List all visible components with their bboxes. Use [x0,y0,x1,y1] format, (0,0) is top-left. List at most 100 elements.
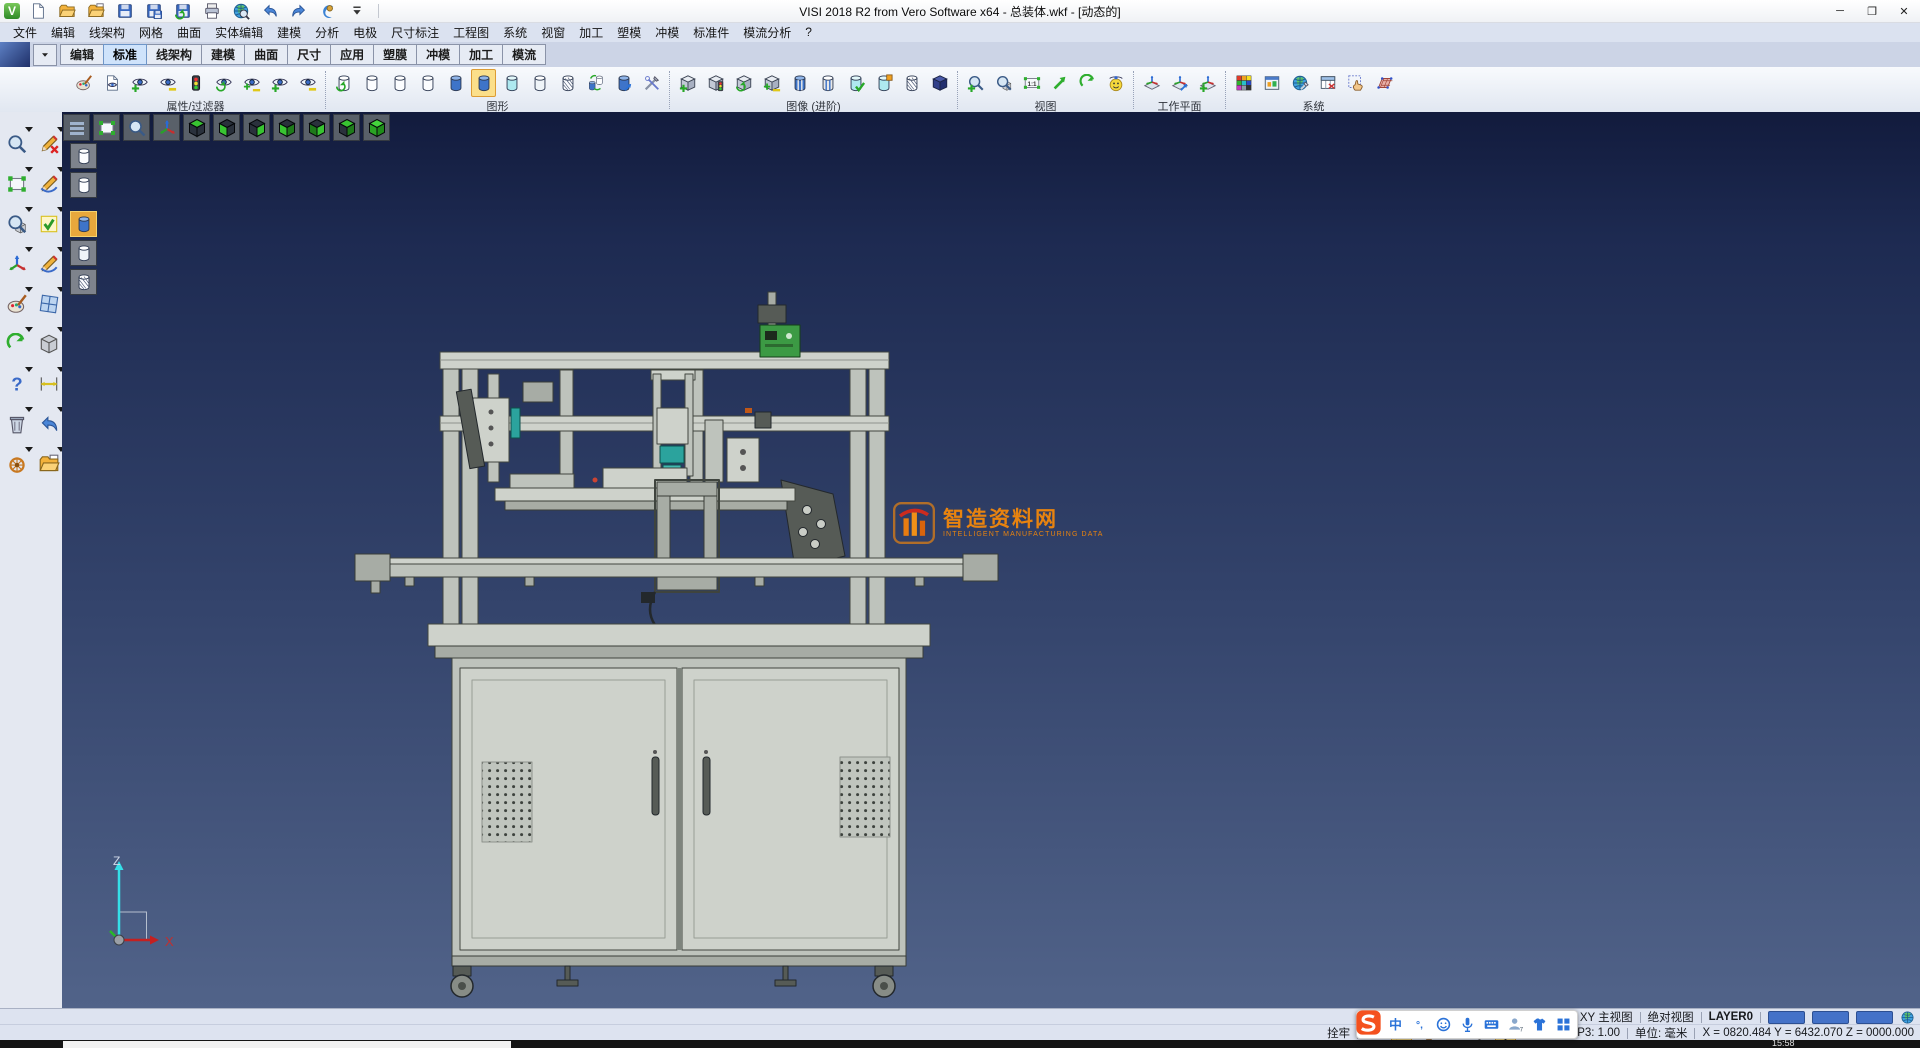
ime-language-icon[interactable] [1385,1012,1407,1037]
view-left-icon[interactable] [273,114,300,141]
zoom-solid-icon[interactable] [3,210,31,238]
shading-icon[interactable] [35,330,63,358]
section-display-icon[interactable] [787,69,812,97]
zoom-in-icon[interactable] [963,69,988,97]
save-all-icon[interactable] [172,1,194,22]
hatch-display-icon[interactable] [555,69,580,97]
edit-display-icon[interactable] [611,69,636,97]
menu-item[interactable]: 分析 [308,22,346,43]
ime-toolbox-icon[interactable] [1552,1012,1574,1037]
menu-item[interactable]: 模流分析 [736,22,798,43]
selection-mode-icon[interactable] [1343,69,1368,97]
menu-item[interactable]: 工程图 [446,22,496,43]
menu-item[interactable]: 尺寸标注 [384,22,446,43]
hide-entities-icon[interactable] [155,69,180,97]
tab-standard[interactable]: 标准 [103,44,147,65]
table-config-icon[interactable] [1315,69,1340,97]
menu-item[interactable]: 实体编辑 [208,22,270,43]
regenerate-icon[interactable] [3,330,31,358]
refresh-render-icon[interactable] [731,69,756,97]
hide-all-icon[interactable] [295,69,320,97]
ime-keyboard-icon[interactable] [1481,1012,1503,1037]
view-top-icon[interactable] [183,114,210,141]
menu-item[interactable]: 标准件 [686,22,736,43]
menu-item[interactable]: 视窗 [534,22,572,43]
regen-display-icon[interactable] [331,69,356,97]
measure-icon[interactable] [35,370,63,398]
view-front-icon[interactable] [303,114,330,141]
workplane-move-icon[interactable] [1167,69,1192,97]
system-options-icon[interactable] [1287,69,1312,97]
menu-item[interactable]: 曲面 [170,22,208,43]
hidden-line-mode-icon[interactable] [70,172,97,198]
tab-flow[interactable]: 模流 [502,44,546,65]
delete-entity-icon[interactable] [35,130,63,158]
validate-display-icon[interactable] [843,69,868,97]
tab-machining[interactable]: 加工 [459,44,503,65]
stripe-display-icon[interactable] [815,69,840,97]
toggle-render-icon[interactable] [759,69,784,97]
taskbar-sliver[interactable]: 15:58 [0,1040,1920,1048]
view-menu-icon[interactable] [63,114,90,141]
ime-punctuation-icon[interactable] [1409,1012,1431,1037]
taskbar-window-segment[interactable] [63,1041,511,1048]
tab-wireframe[interactable]: 线架构 [146,44,202,65]
solid-render-icon[interactable] [927,69,952,97]
view-axis-icon[interactable] [153,114,180,141]
edit-spline-icon[interactable] [35,250,63,278]
undo-icon[interactable] [259,1,281,22]
import-file-icon[interactable] [85,1,107,22]
menu-item[interactable]: 冲模 [648,22,686,43]
dashed-hidden-display-icon[interactable] [415,69,440,97]
wire-overlay-icon[interactable] [899,69,924,97]
grid-settings-icon[interactable] [35,290,63,318]
menu-item[interactable]: 加工 [572,22,610,43]
tab-modeling[interactable]: 建模 [201,44,245,65]
render-filter-icon[interactable] [703,69,728,97]
open-project-icon[interactable] [35,450,63,478]
view-back-icon[interactable] [333,114,360,141]
save-icon[interactable] [114,1,136,22]
display-settings-icon[interactable] [639,69,664,97]
clip-box-icon[interactable] [871,69,896,97]
tab-surface[interactable]: 曲面 [244,44,288,65]
zoom-dynamic-icon[interactable] [123,114,150,141]
menu-item[interactable]: 文件 [6,22,44,43]
translucent-display-icon[interactable] [499,69,524,97]
color-table-icon[interactable] [1231,69,1256,97]
shaded-mode-icon[interactable] [70,211,97,237]
menu-item[interactable]: 线架构 [82,22,132,43]
attributes-brush-icon[interactable] [71,69,96,97]
minimize-button[interactable]: ─ [1824,0,1856,22]
actual-size-icon[interactable] [1019,69,1044,97]
model-compare-icon[interactable] [317,1,339,22]
open-file-icon[interactable] [56,1,78,22]
edit-curve-icon[interactable] [35,170,63,198]
wireframe-display-icon[interactable] [359,69,384,97]
menu-item[interactable]: 塑模 [610,22,648,43]
selection-filter-icon[interactable] [183,69,208,97]
close-button[interactable]: ✕ [1888,0,1920,22]
view-right-icon[interactable] [243,114,270,141]
view-mode-button[interactable]: 绝对视图 [1648,1009,1694,1025]
save-as-icon[interactable] [143,1,165,22]
attributes-palette-icon[interactable] [3,290,31,318]
copy-attributes-icon[interactable] [99,69,124,97]
shaded-edges-display-icon[interactable] [471,69,496,97]
menu-item[interactable]: 网格 [132,22,170,43]
lock-toggle[interactable]: 拴牢 [1327,1025,1350,1041]
ghost-display-icon[interactable] [527,69,552,97]
pan-view-icon[interactable] [1047,69,1072,97]
menu-item[interactable]: 建模 [270,22,308,43]
validate-icon[interactable] [35,210,63,238]
zoom-window-icon[interactable] [3,130,31,158]
new-document-icon[interactable] [27,1,49,22]
system-window-icon[interactable] [1259,69,1284,97]
rotate-view-icon[interactable] [1075,69,1100,97]
tab-overflow-button[interactable] [33,44,57,66]
tab-dimension[interactable]: 尺寸 [287,44,331,65]
view-bottom-icon[interactable] [213,114,240,141]
toggle-visibility-icon[interactable] [239,69,264,97]
view-isometric-icon[interactable] [363,114,390,141]
menu-item[interactable]: 电极 [346,22,384,43]
